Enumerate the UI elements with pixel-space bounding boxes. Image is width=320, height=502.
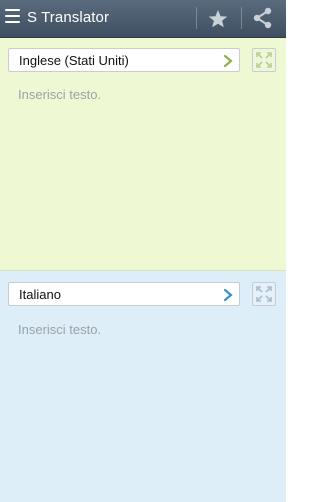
source-language-selector[interactable]: Inglese (Stati Uniti)	[8, 48, 240, 72]
source-expand-button[interactable]	[252, 48, 276, 72]
chevron-right-icon	[223, 54, 233, 68]
target-language-selector[interactable]: Italiano	[8, 282, 240, 306]
expand-icon	[256, 286, 272, 302]
target-text-input[interactable]	[18, 318, 268, 340]
share-icon[interactable]	[251, 6, 275, 30]
star-icon[interactable]	[206, 7, 230, 31]
toolbar-divider	[196, 7, 197, 29]
toolbar-divider	[241, 7, 242, 29]
source-text-input[interactable]	[18, 83, 268, 105]
chevron-right-icon	[223, 288, 233, 302]
target-panel: Italiano	[0, 271, 286, 502]
app-bar: S Translator	[0, 0, 286, 38]
target-language-label: Italiano	[19, 287, 61, 302]
expand-icon	[256, 52, 272, 68]
source-language-label: Inglese (Stati Uniti)	[19, 53, 129, 68]
target-expand-button[interactable]	[252, 282, 276, 306]
hamburger-menu-icon[interactable]	[5, 9, 21, 27]
source-panel: Inglese (Stati Uniti)	[0, 38, 286, 271]
app-title: S Translator	[27, 9, 110, 26]
